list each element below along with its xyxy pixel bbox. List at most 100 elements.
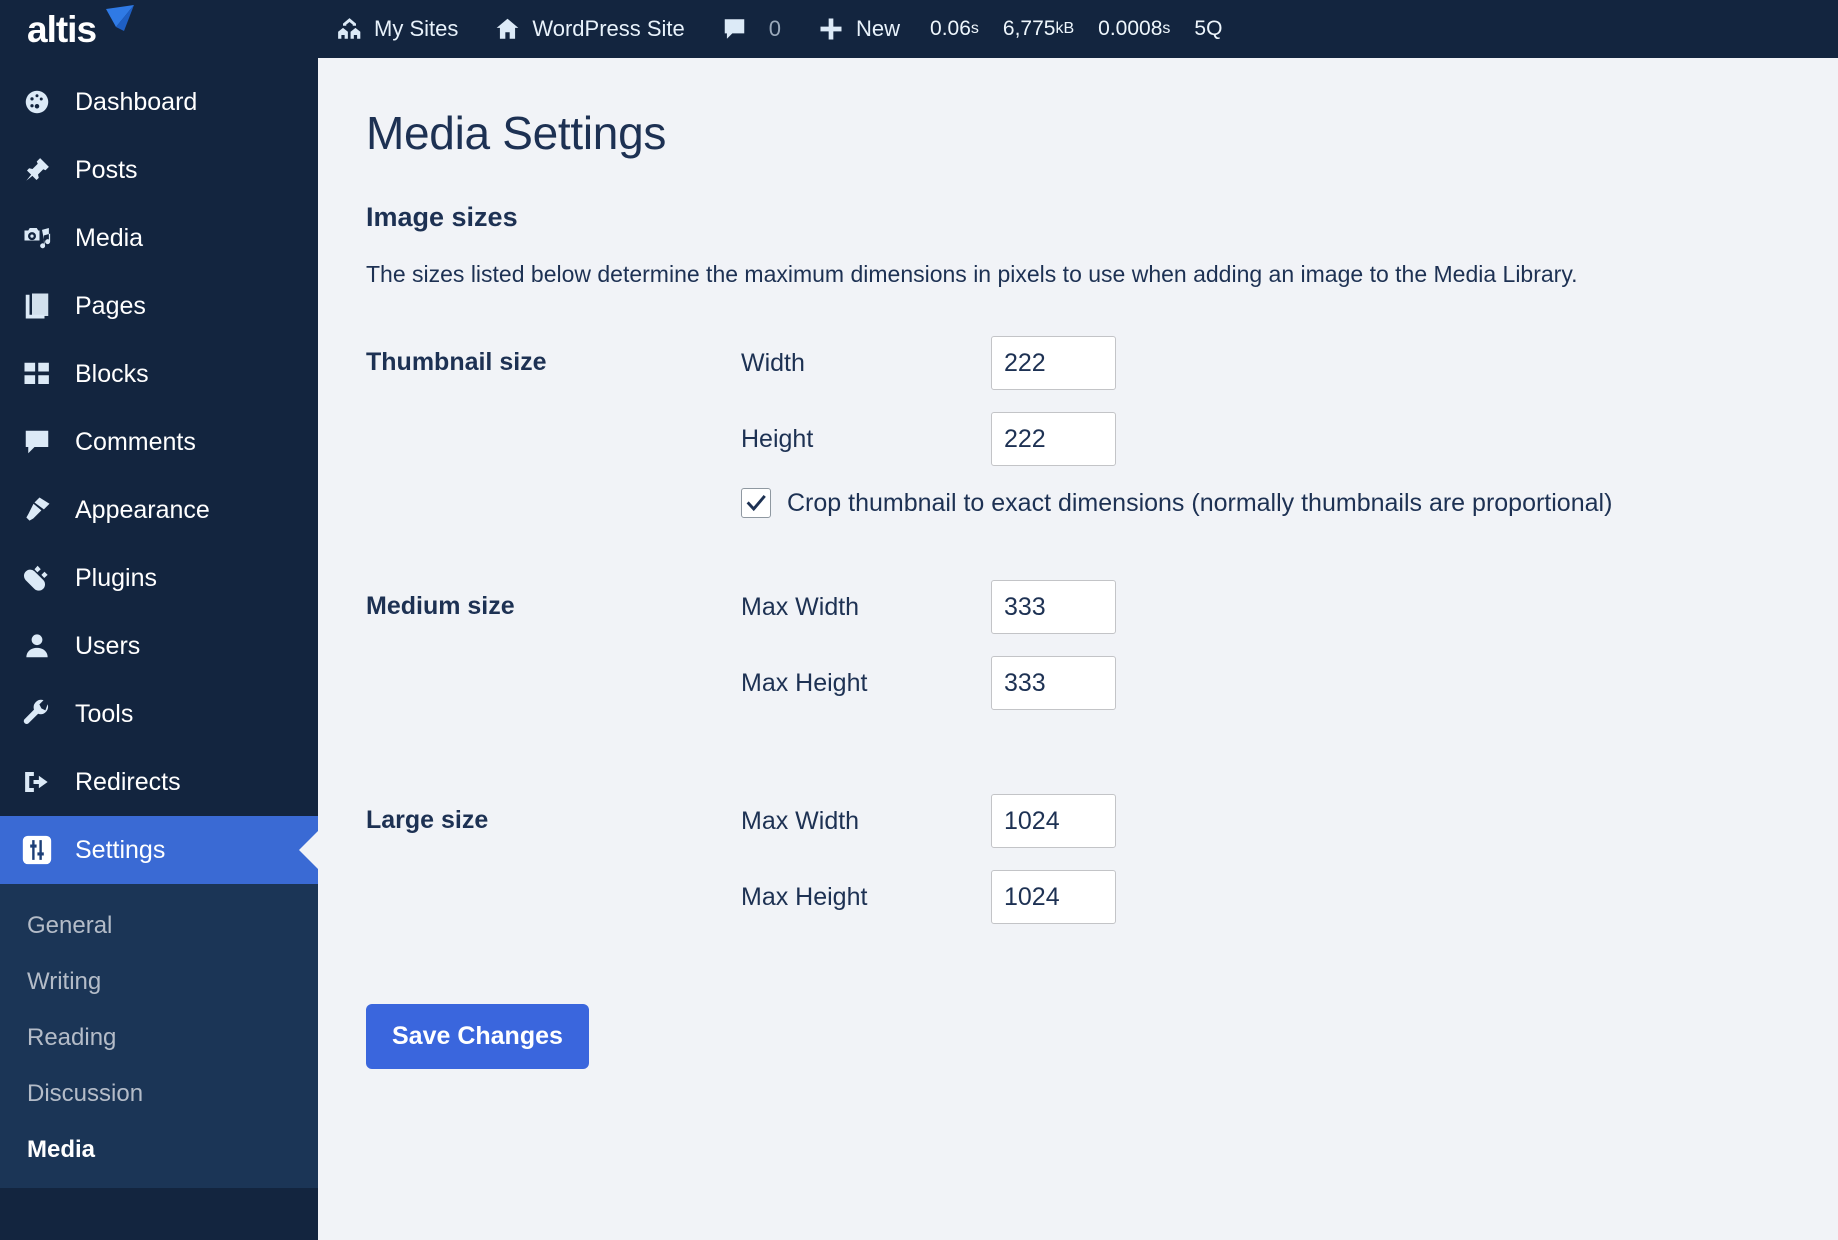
sidebar-item-pages[interactable]: Pages (0, 272, 318, 340)
comment-count: 0 (768, 16, 782, 41)
checkmark-icon (746, 494, 766, 512)
stat-unit: s (1162, 20, 1171, 37)
large-height-line: Max Height (741, 870, 1838, 924)
comment-bubble-icon (20, 427, 54, 457)
plug-icon (20, 563, 54, 593)
sliders-icon (20, 833, 54, 867)
admin-bar-new[interactable]: New (799, 0, 918, 58)
admin-page: altis My Sites WordPress Site 0 New 0.06… (0, 0, 1838, 1240)
sidebar-item-users[interactable]: Users (0, 612, 318, 680)
plus-icon (817, 15, 845, 43)
section-title-image-sizes: Image sizes (366, 202, 518, 232)
thumbnail-width-line: Width (741, 336, 1838, 390)
settings-submenu: General Writing Reading Discussion Media (0, 884, 318, 1188)
admin-bar-site-name[interactable]: WordPress Site (476, 0, 702, 58)
thumbnail-height-input[interactable] (991, 412, 1116, 466)
exit-arrow-icon (20, 767, 54, 797)
sidebar-item-label: Redirects (75, 767, 181, 796)
submenu-item-writing[interactable]: Writing (0, 954, 318, 1010)
sidebar-item-label: Tools (75, 699, 134, 728)
section-description: The sizes listed below determine the max… (366, 261, 1578, 287)
submenu-item-discussion[interactable]: Discussion (0, 1066, 318, 1122)
active-menu-pointer (299, 831, 318, 869)
sidebar-item-label: Comments (75, 427, 196, 456)
thumbnail-height-line: Height (741, 412, 1838, 466)
medium-height-label: Max Height (741, 668, 868, 697)
save-changes-button[interactable]: Save Changes (366, 1004, 589, 1069)
medium-size-row: Medium size Max Width Max Height (366, 580, 1838, 732)
multisite-houses-icon (336, 16, 363, 42)
stat-value: 0.0008 (1098, 17, 1163, 40)
stat-unit: s (970, 20, 979, 37)
admin-bar-stat-page-time[interactable]: 0.06 s (918, 0, 991, 58)
admin-bar-stat-query-time[interactable]: 0.0008 s (1086, 0, 1182, 58)
medium-size-label: Medium size (366, 592, 515, 620)
medium-width-input[interactable] (991, 580, 1116, 634)
stat-value: 0.06 (930, 17, 971, 40)
submenu-item-media[interactable]: Media (0, 1122, 318, 1178)
admin-bar-new-label: New (856, 16, 901, 41)
submenu-item-label: Writing (27, 968, 102, 995)
admin-sidebar: Dashboard Posts Media Pages Blocks Comme… (0, 58, 318, 1240)
blocks-grid-icon (20, 359, 54, 389)
admin-bar-my-sites[interactable]: My Sites (318, 0, 476, 58)
submenu-item-general[interactable]: General (0, 898, 318, 954)
crop-thumbnail-checkbox[interactable] (741, 488, 771, 518)
submenu-item-label: General (27, 912, 113, 939)
medium-width-label: Max Width (741, 592, 860, 621)
sidebar-item-label: Media (75, 223, 144, 252)
page-title: Media Settings (366, 107, 667, 159)
admin-bar: altis My Sites WordPress Site 0 New 0.06… (0, 0, 1838, 58)
sidebar-item-plugins[interactable]: Plugins (0, 544, 318, 612)
medium-height-line: Max Height (741, 656, 1838, 710)
large-width-input[interactable] (991, 794, 1116, 848)
thumbnail-size-row: Thumbnail size Width Height (366, 336, 1838, 518)
admin-bar-items: My Sites WordPress Site 0 New 0.06 s 6,7… (318, 0, 1234, 58)
dashboard-gauge-icon (20, 87, 54, 117)
large-width-line: Max Width (741, 794, 1838, 848)
medium-height-input[interactable] (991, 656, 1116, 710)
sidebar-item-settings[interactable]: Settings (0, 816, 318, 884)
image-sizes-form: Thumbnail size Width Height (366, 336, 1838, 1069)
brand-name: altis (27, 8, 97, 50)
thumbnail-size-label: Thumbnail size (366, 348, 547, 376)
sidebar-item-label: Users (75, 631, 141, 660)
pin-icon (20, 155, 54, 185)
large-height-label: Max Height (741, 882, 868, 911)
altis-triangle-logo-icon (102, 4, 136, 40)
sidebar-item-label: Dashboard (75, 87, 198, 116)
admin-bar-stat-memory[interactable]: 6,775 kB (991, 0, 1086, 58)
medium-width-line: Max Width (741, 580, 1838, 634)
wrench-icon (20, 699, 54, 729)
stat-unit: kB (1055, 20, 1075, 37)
thumbnail-height-label: Height (741, 424, 814, 453)
sidebar-item-label: Posts (75, 155, 138, 184)
large-height-input[interactable] (991, 870, 1116, 924)
main-content: Media Settings Image sizes The sizes lis… (318, 58, 1838, 1240)
crop-thumbnail-label: Crop thumbnail to exact dimensions (norm… (787, 488, 1613, 517)
submenu-item-reading[interactable]: Reading (0, 1010, 318, 1066)
sidebar-item-blocks[interactable]: Blocks (0, 340, 318, 408)
sidebar-item-posts[interactable]: Posts (0, 136, 318, 204)
sidebar-item-dashboard[interactable]: Dashboard (0, 68, 318, 136)
stat-unit: Q (1206, 17, 1223, 40)
admin-bar-site-label: WordPress Site (532, 16, 685, 41)
thumbnail-width-input[interactable] (991, 336, 1116, 390)
crop-thumbnail-row: Crop thumbnail to exact dimensions (norm… (741, 488, 1838, 518)
admin-bar-stat-query-count[interactable]: 5Q (1182, 0, 1234, 58)
stat-value: 6,775 (1002, 17, 1056, 40)
sidebar-item-label: Appearance (75, 495, 210, 524)
sidebar-item-redirects[interactable]: Redirects (0, 748, 318, 816)
admin-bar-comments[interactable]: 0 (703, 0, 799, 58)
sidebar-item-comments[interactable]: Comments (0, 408, 318, 476)
sidebar-item-appearance[interactable]: Appearance (0, 476, 318, 544)
thumbnail-width-label: Width (741, 348, 805, 377)
sidebar-item-media[interactable]: Media (0, 204, 318, 272)
sidebar-item-label: Blocks (75, 359, 149, 388)
submenu-item-label: Discussion (27, 1080, 144, 1107)
brand-logo[interactable]: altis (0, 0, 318, 58)
sidebar-item-tools[interactable]: Tools (0, 680, 318, 748)
submenu-item-label: Reading (27, 1024, 117, 1051)
